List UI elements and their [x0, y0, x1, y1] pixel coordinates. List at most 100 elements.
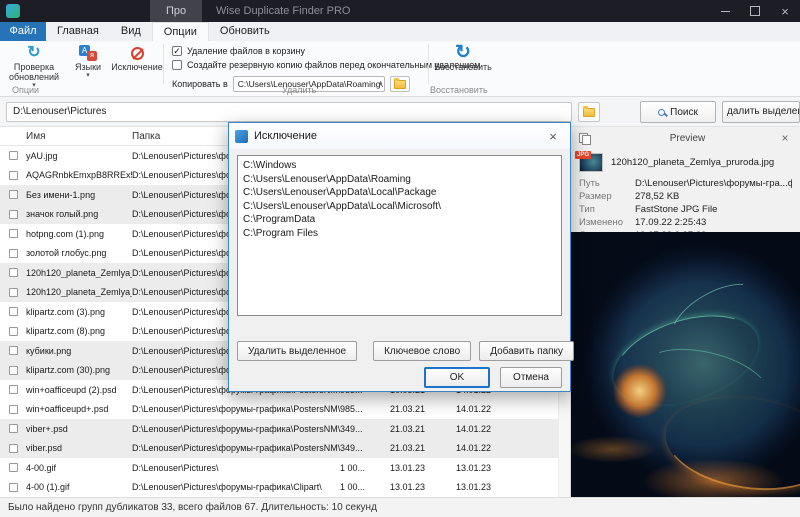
close-icon[interactable]: × — [770, 0, 800, 22]
group-separator — [428, 44, 429, 84]
row-checkbox[interactable] — [8, 248, 18, 258]
cell-size: 1 00... — [340, 462, 366, 473]
exclusion-path-item[interactable]: C:\Program Files — [243, 227, 556, 241]
exclusion-path-item[interactable]: C:\Users\Lenouser\AppData\Roaming — [243, 173, 556, 187]
tab-optsii[interactable]: Опции — [151, 22, 209, 41]
cell-folder: D:\Lenouser\Pictures\ — [132, 462, 219, 473]
exclusion-path-item[interactable]: C:\Users\Lenouser\AppData\Local\Microsof… — [243, 200, 556, 214]
table-row[interactable]: win+oafficeupd+.psd D:\Lenouser\Pictures\… — [0, 400, 558, 420]
row-checkbox[interactable] — [8, 287, 18, 297]
dialog-ok-row: OK Отмена — [424, 367, 562, 388]
table-row[interactable]: viber+.psd D:\Lenouser\Pictures\форумы-гр… — [0, 419, 558, 439]
cancel-button[interactable]: Отмена — [500, 367, 562, 388]
file-menu-button[interactable]: Файл — [0, 22, 46, 41]
row-checkbox[interactable] — [8, 385, 18, 395]
exclusion-path-item[interactable]: C:\Windows — [243, 159, 556, 173]
cell-name: klipartz.com (30).png — [26, 365, 111, 376]
recycle-checkbox[interactable]: ✓ — [172, 46, 182, 56]
cell-size: 1 00... — [340, 482, 366, 493]
cell-name: кубики.png — [26, 345, 72, 356]
update-check-icon: ↻ — [27, 44, 41, 61]
cell-folder: D:\Lenouser\Pictures\форумы-графика\Clip… — [132, 482, 322, 493]
row-checkbox[interactable] — [8, 482, 18, 492]
row-checkbox[interactable] — [8, 326, 18, 336]
row-checkbox[interactable] — [8, 209, 18, 219]
ribbon: ↻ Проверка обновлений ▾ A я Языки ▾ Искл… — [0, 41, 800, 97]
cell-folder: D:\Lenouser\Pictures\форумы-графика\Post… — [132, 443, 340, 454]
minimize-icon[interactable] — [710, 0, 740, 22]
cell-name: Без имени-1.png — [26, 189, 96, 200]
row-checkbox[interactable] — [8, 190, 18, 200]
restore-button[interactable]: ↻ Восстановить — [434, 43, 492, 72]
row-checkbox[interactable] — [8, 170, 18, 180]
add-folder-button[interactable]: Добавить папку — [479, 341, 575, 361]
backup-checkbox[interactable] — [172, 60, 182, 70]
column-header-name[interactable]: Имя — [26, 131, 132, 142]
check-updates-button[interactable]: ↻ Проверка обновлений ▾ — [4, 44, 64, 90]
table-row[interactable]: viber.psd D:\Lenouser\Pictures\форумы-гра… — [0, 438, 558, 458]
detail-value: D:\Lenouser\Pictures\форумы-гра...фоны — [635, 178, 792, 189]
search-button[interactable]: Поиск — [640, 101, 716, 123]
row-checkbox[interactable] — [8, 229, 18, 239]
ribbon-tab-row: Файл Главная Вид Опции Обновить — [0, 22, 800, 41]
row-checkbox[interactable] — [8, 463, 18, 473]
row-checkbox[interactable] — [8, 424, 18, 434]
exclusion-list[interactable]: C:\Windows C:\Users\Lenouser\AppData\Roam… — [237, 155, 562, 316]
cell-accessed: 13.01.23 — [456, 462, 492, 473]
exclusion-path-item[interactable]: C:\ProgramData — [243, 213, 556, 227]
copy-to-label: Копировать в — [172, 79, 228, 89]
app-window: Про Wise Duplicate Finder PRO × Файл Гла… — [0, 0, 800, 517]
titlebar: Про Wise Duplicate Finder PRO × — [0, 0, 800, 22]
row-checkbox[interactable] — [8, 346, 18, 356]
keyword-button[interactable]: Ключевое слово — [373, 341, 472, 361]
row-checkbox[interactable] — [8, 404, 18, 414]
preview-file-row: JPG 120h120_planeta_Zemlya_pruroda.jpg — [571, 149, 800, 174]
preview-close-icon[interactable]: × — [778, 131, 792, 145]
copy-icon[interactable] — [579, 132, 591, 145]
preview-detail-row: Размер 278,52 KB — [579, 190, 792, 203]
preview-title: Preview — [669, 132, 706, 144]
tab-vid[interactable]: Вид — [110, 22, 152, 41]
preview-panel: Preview × JPG 120h120_planeta_Zemlya_pru… — [570, 127, 800, 497]
restore-label: Восстановить — [434, 62, 492, 72]
jpg-thumbnail: JPG — [575, 151, 603, 172]
folder-icon — [583, 105, 595, 117]
cell-folder: D:\Lenouser\Pictures\форумы-графика\Post… — [132, 423, 340, 434]
cell-size: 985... — [340, 404, 363, 415]
cell-name: 4-00 (1).gif — [26, 482, 70, 493]
choose-folder-button[interactable] — [578, 102, 600, 122]
cell-size: 349... — [340, 443, 363, 454]
check-updates-label-1: Проверка — [13, 62, 55, 72]
maximize-icon[interactable] — [740, 0, 770, 22]
delete-group-label: Удалить — [282, 85, 317, 95]
window-title: Wise Duplicate Finder PRO — [216, 5, 351, 17]
row-checkbox[interactable] — [8, 151, 18, 161]
dialog-close-icon[interactable]: × — [542, 129, 564, 144]
cell-modified: 21.03.21 — [390, 423, 426, 434]
row-checkbox[interactable] — [8, 307, 18, 317]
delete-selected-button[interactable]: далить выделенное — [722, 101, 800, 123]
row-checkbox[interactable] — [8, 443, 18, 453]
table-row[interactable]: 4-00.gif D:\Lenouser\Pictures\ 1 00... 13.0… — [0, 458, 558, 478]
exclusion-button[interactable]: Исключение — [110, 44, 164, 72]
browse-folder-button[interactable] — [389, 76, 410, 92]
scan-path-input[interactable]: D:\Lenouser\Pictures — [6, 102, 572, 122]
dialog-icon — [235, 129, 248, 143]
languages-button[interactable]: A я Языки ▾ — [66, 44, 110, 79]
ok-button[interactable]: OK — [424, 367, 490, 388]
cell-name: win+oafficeupd+.psd — [26, 404, 109, 415]
cell-accessed: 14.01.22 — [456, 443, 492, 454]
dialog-titlebar[interactable]: Исключение × — [229, 123, 570, 149]
tab-glavnaya[interactable]: Главная — [46, 22, 110, 41]
row-checkbox[interactable] — [8, 268, 18, 278]
row-checkbox[interactable] — [8, 365, 18, 375]
exclusion-path-item[interactable]: C:\Users\Lenouser\AppData\Local\Package — [243, 186, 556, 200]
dialog-delete-selected-button[interactable]: Удалить выделенное — [237, 341, 358, 361]
tab-obnovit[interactable]: Обновить — [209, 22, 281, 41]
recycle-checkbox-row[interactable]: ✓ Удаление файлов в корзину — [172, 46, 305, 56]
restore-group-label: Восстановить — [430, 85, 488, 95]
table-row[interactable]: 4-00 (1).gif D:\Lenouser\Pictures\форумы-… — [0, 478, 558, 498]
preview-detail-row: Тип FastStone JPG File — [579, 203, 792, 216]
pro-tab[interactable]: Про — [150, 0, 203, 22]
cell-name: klipartz.com (3).png — [26, 306, 106, 317]
